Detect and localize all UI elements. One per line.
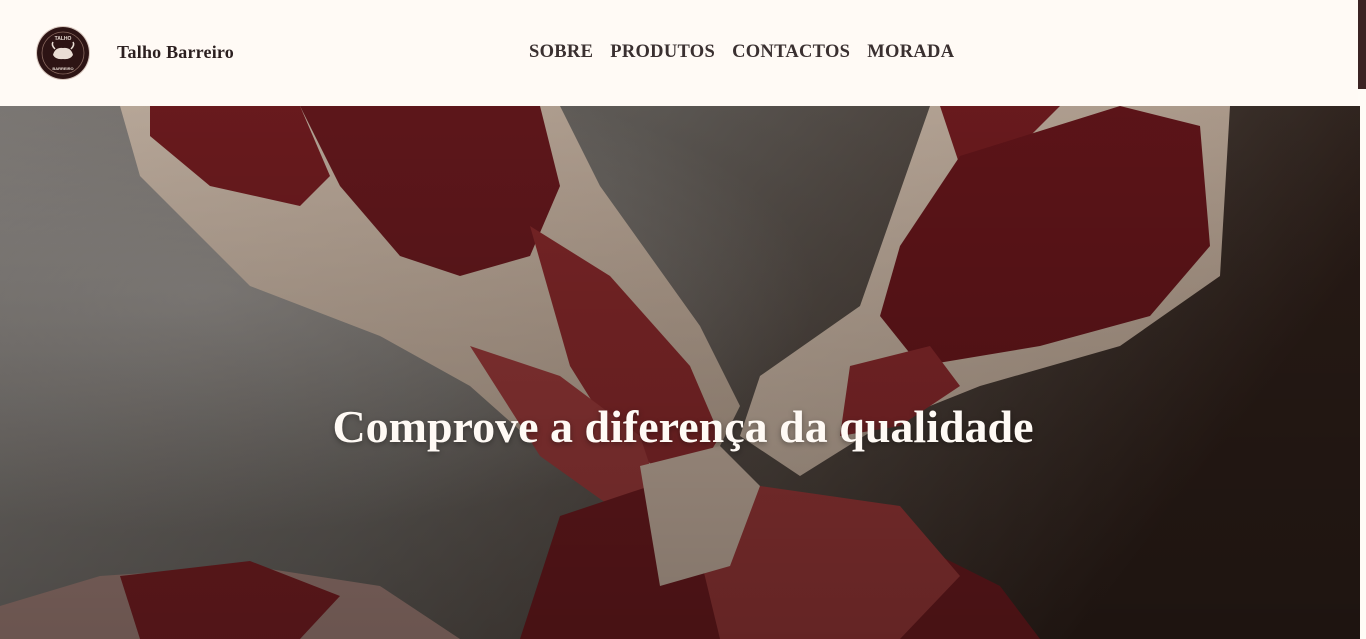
logo-text-top: TALHO	[55, 36, 72, 42]
logo-text-bottom: BARREIRO	[52, 66, 73, 71]
nav-morada[interactable]: MORADA	[867, 42, 954, 63]
hero-section: Comprove a diferença da qualidade	[0, 106, 1360, 639]
logo[interactable]: TALHO BARREIRO	[37, 27, 89, 79]
main-nav: SOBRE PRODUTOS CONTACTOS MORADA	[529, 42, 954, 63]
brand-name[interactable]: Talho Barreiro	[117, 42, 234, 63]
hero-title: Comprove a diferença da qualidade	[332, 401, 1034, 452]
bull-logo-icon: TALHO BARREIRO	[38, 28, 88, 78]
nav-sobre[interactable]: SOBRE	[529, 42, 593, 63]
nav-produtos[interactable]: PRODUTOS	[610, 42, 715, 63]
site-header: TALHO BARREIRO Talho Barreiro SOBRE PROD…	[0, 0, 1358, 106]
scrollbar-edge	[1358, 0, 1366, 89]
hero-background-image	[0, 106, 1360, 639]
nav-contactos[interactable]: CONTACTOS	[732, 42, 850, 63]
